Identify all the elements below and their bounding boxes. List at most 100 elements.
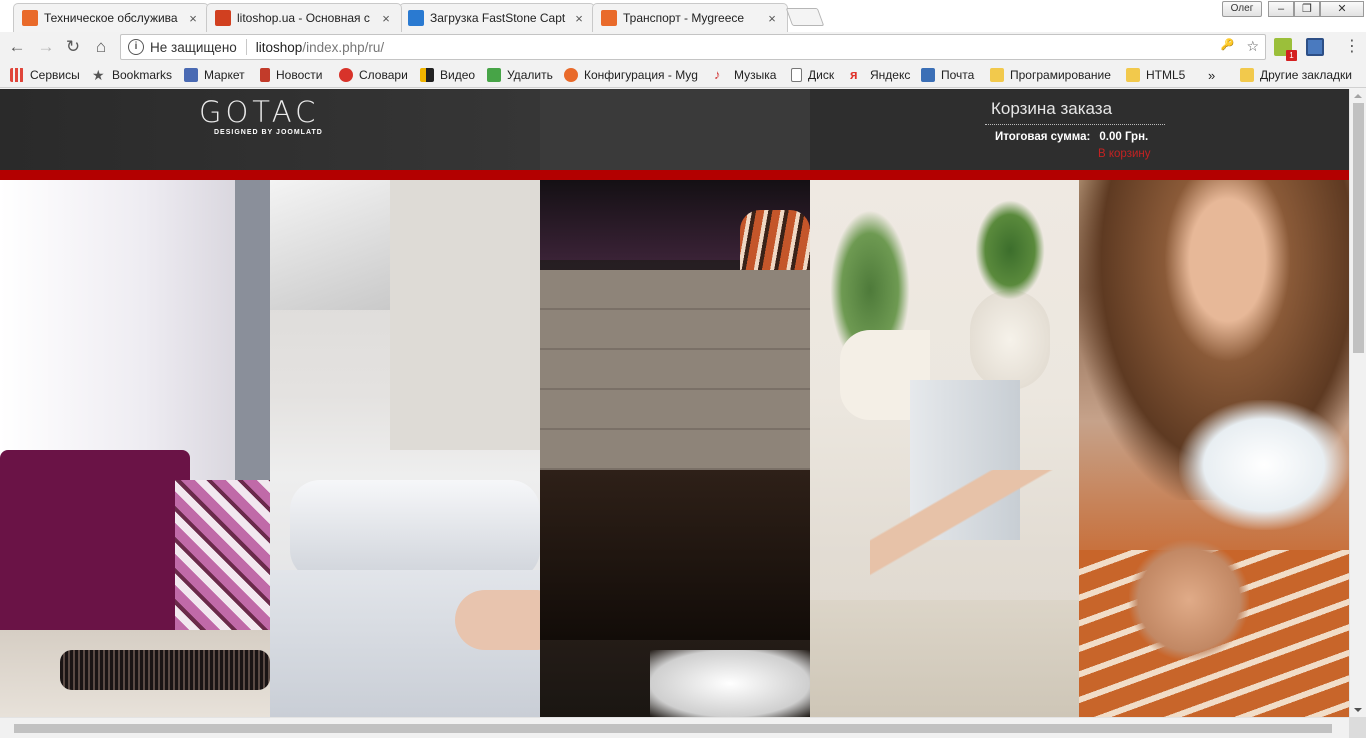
close-icon[interactable]: × xyxy=(379,11,393,26)
white-bed-photo[interactable] xyxy=(270,180,540,717)
scroll-up-arrow-icon[interactable] xyxy=(1354,94,1362,98)
news-icon xyxy=(260,68,270,82)
envelope-icon xyxy=(921,68,935,82)
joomla-icon xyxy=(564,68,578,82)
pillow-shape xyxy=(290,480,540,580)
maximize-button[interactable]: ❐ xyxy=(1294,1,1320,17)
folder-icon xyxy=(1126,68,1140,82)
bookmark-mail[interactable]: Почта xyxy=(921,66,974,84)
bookmark-label: Музыка xyxy=(734,68,777,82)
scroll-down-arrow-icon[interactable] xyxy=(1354,708,1362,712)
browser-toolbar: ← → ↻ ⌂ i Не защищено litoshop /index.ph… xyxy=(0,32,1366,62)
bookmark-label: Почта xyxy=(941,68,975,82)
apps-icon xyxy=(10,68,24,82)
tab-title: Транспорт - Mygreece xyxy=(623,11,745,25)
bookmark-market[interactable]: Маркет xyxy=(184,66,245,84)
url-path: /index.php/ru/ xyxy=(302,39,385,55)
bookmark-bookmarks[interactable]: ★ Bookmarks xyxy=(92,66,172,84)
interior-chair-photo[interactable] xyxy=(810,180,1079,717)
yandex-icon: я xyxy=(850,67,858,82)
lace-shape xyxy=(60,650,270,690)
dark-bed-photo[interactable] xyxy=(540,180,810,717)
tab-title: litoshop.ua - Основная с xyxy=(237,11,370,25)
bookmark-disk[interactable]: Диск xyxy=(791,66,834,84)
menu-icon[interactable]: ⋮ xyxy=(1344,37,1360,57)
bookmark-html5[interactable]: HTML5 xyxy=(1126,66,1185,84)
purple-pillow-shape xyxy=(0,450,190,650)
reload-button[interactable]: ↻ xyxy=(62,37,84,57)
cart-title: Корзина заказа xyxy=(985,99,1165,125)
horizontal-scrollbar[interactable] xyxy=(0,717,1349,738)
bookmark-music[interactable]: ♪ Музыка xyxy=(714,66,776,84)
bookmark-label: Видео xyxy=(440,68,476,82)
cart-total-label: Итоговая сумма: xyxy=(995,131,1091,143)
close-window-button[interactable]: ✕ xyxy=(1320,1,1364,17)
cart-total-value: 0.00 Грн. xyxy=(1099,131,1149,143)
minimize-button[interactable]: – xyxy=(1268,1,1294,17)
bookmark-dictionaries[interactable]: Словари xyxy=(339,66,408,84)
bookmark-label: HTML5 xyxy=(1146,68,1186,82)
mattress-shape xyxy=(540,270,810,470)
address-bar[interactable]: i Не защищено litoshop /index.php/ru/ 🔑 … xyxy=(120,34,1266,60)
bookmark-configuration[interactable]: Конфигурация - Myg xyxy=(564,66,700,84)
extension-badge: 1 xyxy=(1286,50,1297,61)
lingerie-shape xyxy=(1179,400,1349,530)
bookmark-services[interactable]: Сервисы xyxy=(10,66,80,84)
bookmark-video[interactable]: Видео xyxy=(420,66,475,84)
tab-faststone[interactable]: Загрузка FastStone Capt × xyxy=(399,3,595,32)
bookmark-label: Диск xyxy=(808,68,835,82)
close-icon[interactable]: × xyxy=(572,11,586,26)
cart-total: Итоговая сумма: 0.00 Грн. xyxy=(985,131,1165,143)
floor-shape xyxy=(810,600,1079,717)
go-to-cart-link[interactable]: В корзину xyxy=(1098,148,1165,160)
cart-module: Корзина заказа Итоговая сумма: 0.00 Грн.… xyxy=(985,99,1165,160)
bedframe-shape xyxy=(540,470,810,640)
page-viewport: GOTAC DESIGNED BY JOOMLATD Корзина заказ… xyxy=(0,89,1349,717)
hand-shape xyxy=(455,590,540,650)
scrollbar-thumb[interactable] xyxy=(14,724,1332,733)
bookmark-label: Програмирование xyxy=(1010,68,1111,82)
download-icon xyxy=(408,10,424,26)
bookmark-label: Сервисы xyxy=(30,68,80,82)
window-shape xyxy=(235,180,270,480)
tab-title: Техническое обслужива xyxy=(44,11,178,25)
close-icon[interactable]: × xyxy=(186,11,200,26)
bookmark-label: Конфигурация - Myg xyxy=(584,68,698,82)
model-photo[interactable] xyxy=(1079,180,1349,717)
zigzag-pillow-shape xyxy=(175,480,270,630)
bookmark-delete[interactable]: Удалить xyxy=(487,66,553,84)
new-tab-button[interactable] xyxy=(785,8,825,26)
curtain-shape xyxy=(270,180,410,310)
profile-button[interactable]: Олег xyxy=(1222,1,1262,17)
site-logo[interactable]: GOTAC DESIGNED BY JOOMLATD xyxy=(199,97,341,147)
home-button[interactable]: ⌂ xyxy=(90,37,112,57)
close-icon[interactable]: × xyxy=(765,11,779,26)
bookmark-programming[interactable]: Програмирование xyxy=(990,66,1111,84)
back-button[interactable]: ← xyxy=(6,37,28,57)
star-icon[interactable]: ☆ xyxy=(1246,38,1259,55)
key-icon[interactable]: 🔑 xyxy=(1221,38,1235,55)
tab-litoshop[interactable]: litoshop.ua - Основная с × xyxy=(206,3,402,32)
security-label[interactable]: Не защищено xyxy=(150,40,237,55)
bookmark-label: Другие закладки xyxy=(1260,68,1352,82)
bookmark-other[interactable]: Другие закладки xyxy=(1240,66,1352,84)
tab-maintenance[interactable]: Техническое обслужива × xyxy=(13,3,209,32)
bookmarks-overflow-button[interactable]: » xyxy=(1208,66,1215,84)
forward-button[interactable]: → xyxy=(35,37,57,57)
info-icon[interactable]: i xyxy=(128,39,144,55)
tab-strip: Техническое обслужива × litoshop.ua - Ос… xyxy=(0,0,1366,32)
tab-mygreece[interactable]: Транспорт - Mygreece × xyxy=(592,3,788,32)
accent-bar xyxy=(0,170,1349,180)
bedroom-curtains-photo[interactable] xyxy=(0,180,270,717)
screenshot-extension-icon[interactable] xyxy=(1306,38,1324,56)
scrollbar-thumb[interactable] xyxy=(1353,103,1364,353)
vertical-scrollbar[interactable] xyxy=(1349,89,1366,717)
scrollbar-corner xyxy=(1349,717,1366,738)
bookmark-news[interactable]: Новости xyxy=(260,66,322,84)
bookmark-label: Яндекс xyxy=(870,68,911,82)
url-host: litoshop xyxy=(255,39,303,55)
video-icon xyxy=(420,68,434,82)
plant-shape xyxy=(975,200,1045,300)
bookmark-yandex[interactable]: я Яндекс xyxy=(850,66,910,84)
divider xyxy=(245,39,247,55)
